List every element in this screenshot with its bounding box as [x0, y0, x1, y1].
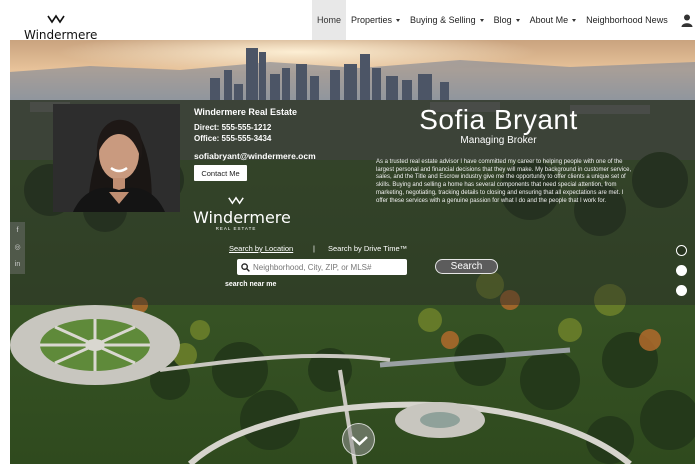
main-nav: Home Properties Buying & Selling Blog Ab… [312, 0, 673, 40]
search-input[interactable] [253, 262, 403, 272]
search-separator: | [313, 244, 315, 253]
search-icon [241, 262, 250, 272]
logo-word: Windermere [193, 208, 291, 227]
site-header: Windermere REAL ESTATE Home Properties B… [0, 0, 695, 46]
direct-phone[interactable]: Direct: 555-555-1212 [194, 122, 316, 133]
nav-neighborhood-news-label: Neighborhood News [586, 15, 668, 25]
chevron-down-icon [572, 18, 577, 22]
linkedin-icon[interactable]: in [10, 256, 25, 273]
chevron-down-icon [351, 436, 368, 446]
nav-about-me-label: About Me [529, 15, 569, 25]
social-links: f ◎ in [10, 222, 25, 274]
windermere-logo-overlay: Windermere REAL ESTATE [193, 192, 291, 232]
agent-name: Sofia Bryant [419, 104, 578, 135]
carousel-dot-2[interactable] [676, 265, 687, 276]
logo-mark-icon [47, 14, 65, 24]
nav-blog[interactable]: Blog [489, 0, 525, 40]
nav-home-label: Home [317, 15, 342, 25]
chevron-down-icon [479, 18, 484, 22]
search-by-location-link[interactable]: Search by Location [229, 244, 293, 253]
instagram-icon[interactable]: ◎ [10, 239, 25, 256]
nav-buying-selling[interactable]: Buying & Selling [405, 0, 489, 40]
company-name: Windermere Real Estate [194, 107, 297, 117]
user-icon[interactable] [681, 14, 693, 27]
carousel-dot-3[interactable] [676, 285, 687, 296]
office-phone[interactable]: Office: 555-555-3434 [194, 133, 316, 144]
nav-home[interactable]: Home [312, 0, 347, 40]
agent-contact-info: Windermere Real Estate Direct: 555-555-1… [194, 107, 316, 161]
nav-blog-label: Blog [493, 15, 512, 25]
scroll-down-button[interactable] [342, 423, 375, 456]
nav-properties-label: Properties [351, 15, 393, 25]
chevron-down-icon [515, 18, 520, 22]
nav-about-me[interactable]: About Me [525, 0, 582, 40]
nav-buying-selling-label: Buying & Selling [410, 15, 476, 25]
search-button[interactable]: Search [435, 259, 498, 274]
agent-photo [53, 104, 180, 212]
search-field-container[interactable] [237, 259, 407, 275]
agent-title: Managing Broker [460, 135, 537, 146]
carousel-dot-1[interactable] [676, 245, 687, 256]
search-near-me-link[interactable]: search near me [225, 281, 276, 288]
facebook-icon[interactable]: f [10, 222, 25, 239]
chevron-down-icon [396, 18, 401, 22]
agent-portrait-image [53, 104, 180, 212]
search-by-drive-time-link[interactable]: Search by Drive Time™ [328, 244, 407, 253]
logo-mark-icon [228, 196, 244, 205]
agent-email[interactable]: sofiabryant@windermere.ocm [194, 151, 316, 161]
agent-bio: As a trusted real estate advisor I have … [376, 159, 632, 204]
contact-me-button[interactable]: Contact Me [194, 165, 247, 181]
nav-neighborhood-news[interactable]: Neighborhood News [581, 0, 673, 40]
nav-properties[interactable]: Properties [346, 0, 405, 40]
